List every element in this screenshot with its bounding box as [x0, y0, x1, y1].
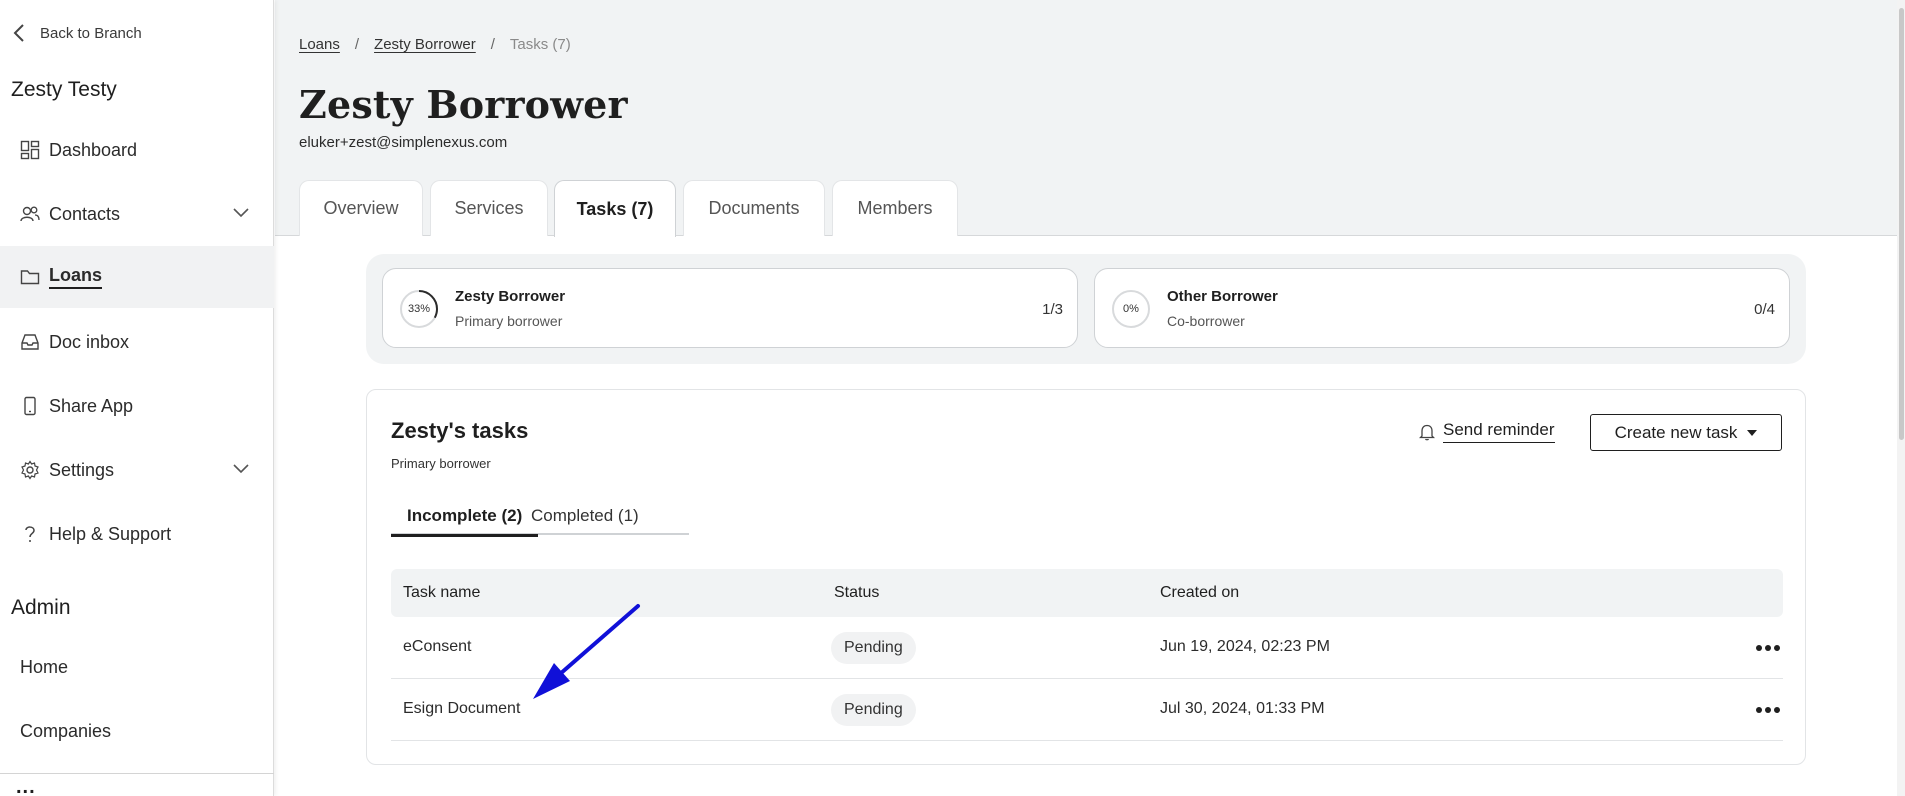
sidebar-item-loans[interactable]: Loans — [0, 246, 274, 308]
tab-services[interactable]: Services — [430, 180, 548, 236]
sidebar-item-label: Contacts — [49, 203, 121, 224]
caret-down-icon — [1747, 429, 1758, 436]
sidebar-item-label: Settings — [49, 459, 115, 480]
sidebar-item-label: Dashboard — [49, 139, 138, 160]
chevron-left-icon — [13, 24, 24, 42]
tab-overview[interactable]: Overview — [299, 180, 423, 236]
task-status-tabs: Incomplete (2) Completed (1) — [391, 506, 689, 537]
column-created-on[interactable]: Created on — [1160, 584, 1239, 602]
borrower-role: Co-borrower — [1167, 313, 1245, 329]
table-header: Task name Status Created on — [391, 569, 1783, 617]
folder-icon — [20, 267, 40, 287]
breadcrumb-separator: / — [354, 36, 360, 53]
tab-documents[interactable]: Documents — [683, 180, 825, 236]
sidebar-item-label: Help & Support — [49, 523, 172, 544]
borrower-card-co[interactable]: 0% Other Borrower Co-borrower 0/4 — [1094, 268, 1790, 348]
chevron-down-icon[interactable] — [232, 460, 250, 478]
sidebar-item-label: Loans — [49, 265, 103, 289]
borrower-name: Other Borrower — [1167, 288, 1278, 305]
sidebar-item-help-support[interactable]: Help & Support — [0, 503, 274, 565]
breadcrumb-current: Tasks (7) — [509, 36, 571, 53]
gear-icon — [20, 460, 40, 480]
scrollbar-thumb[interactable] — [1899, 8, 1904, 440]
sidebar-item-share-app[interactable]: Share App — [0, 375, 274, 437]
back-to-branch-link[interactable]: Back to Branch — [12, 22, 142, 44]
tab-tasks[interactable]: Tasks (7) — [554, 180, 676, 237]
created-on: Jun 19, 2024, 02:23 PM — [1160, 638, 1330, 655]
sidebar: Back to Branch Zesty Testy Dashboard Con… — [0, 0, 274, 796]
tab-members[interactable]: Members — [832, 180, 958, 236]
admin-item-companies[interactable]: Companies — [20, 721, 111, 742]
create-new-task-button[interactable]: Create new task — [1590, 414, 1782, 451]
progress-ring: 0% — [1111, 289, 1151, 329]
sidebar-divider — [0, 773, 274, 774]
chevron-down-icon[interactable] — [232, 204, 250, 222]
inbox-icon — [20, 332, 40, 352]
sidebar-item-settings[interactable]: Settings — [0, 439, 274, 501]
dashboard-icon — [20, 140, 40, 160]
task-count: 1/3 — [1042, 301, 1063, 318]
task-name[interactable]: eConsent — [403, 638, 472, 656]
breadcrumb: Loans / Zesty Borrower / Tasks (7) — [299, 36, 571, 53]
page-header: Loans / Zesty Borrower / Tasks (7) Zesty… — [275, 0, 1905, 237]
column-status[interactable]: Status — [834, 584, 879, 602]
created-on: Jul 30, 2024, 01:33 PM — [1160, 700, 1325, 717]
contacts-icon — [20, 204, 40, 224]
progress-percent: 33% — [407, 303, 431, 315]
borrower-role: Primary borrower — [455, 313, 563, 329]
admin-heading: Admin — [11, 596, 71, 619]
tasks-subtitle: Primary borrower — [391, 456, 491, 471]
column-task-name[interactable]: Task name — [403, 584, 480, 602]
progress-ring: 33% — [399, 289, 439, 329]
breadcrumb-loans[interactable]: Loans — [299, 36, 340, 53]
admin-item-home[interactable]: Home — [20, 657, 68, 678]
more-menu[interactable]: ... — [16, 777, 36, 796]
sidebar-item-label: Share App — [49, 395, 134, 416]
send-reminder-label: Send reminder — [1443, 420, 1555, 443]
sidebar-item-label: Doc inbox — [49, 331, 130, 352]
page-title: Zesty Borrower — [299, 82, 628, 127]
progress-percent: 0% — [1123, 303, 1139, 315]
breadcrumb-separator: / — [490, 36, 495, 53]
status-badge: Pending — [831, 694, 916, 726]
breadcrumb-borrower[interactable]: Zesty Borrower — [374, 36, 476, 53]
bell-icon — [1419, 424, 1435, 440]
tasks-panel: Zesty's tasks Primary borrower Send remi… — [366, 389, 1806, 765]
borrower-name: Zesty Borrower — [455, 288, 566, 305]
question-icon — [20, 524, 40, 544]
branch-name: Zesty Testy — [11, 78, 117, 101]
status-badge: Pending — [831, 632, 916, 664]
back-to-branch-label: Back to Branch — [40, 24, 142, 42]
borrower-email: eluker+zest@simplenexus.com — [299, 134, 508, 151]
sidebar-item-dashboard[interactable]: Dashboard — [0, 119, 274, 181]
borrower-card-primary[interactable]: 33% Zesty Borrower Primary borrower 1/3 — [382, 268, 1078, 348]
table-row[interactable]: Esign Document Pending Jul 30, 2024, 01:… — [391, 679, 1783, 741]
create-new-task-label: Create new task — [1614, 422, 1738, 442]
task-count: 0/4 — [1754, 301, 1775, 318]
sidebar-item-doc-inbox[interactable]: Doc inbox — [0, 311, 274, 373]
more-options-icon[interactable] — [1753, 633, 1783, 663]
sidebar-item-contacts[interactable]: Contacts — [0, 183, 274, 245]
more-options-icon[interactable] — [1753, 695, 1783, 725]
phone-icon — [20, 396, 40, 416]
table-row[interactable]: eConsent Pending Jun 19, 2024, 02:23 PM — [391, 617, 1783, 679]
tasks-title: Zesty's tasks — [391, 418, 529, 443]
task-name[interactable]: Esign Document — [403, 700, 520, 718]
borrower-summary: 33% Zesty Borrower Primary borrower 1/3 … — [366, 254, 1806, 364]
send-reminder-button[interactable]: Send reminder — [1419, 420, 1555, 443]
subtab-completed[interactable]: Completed (1) — [515, 506, 655, 535]
